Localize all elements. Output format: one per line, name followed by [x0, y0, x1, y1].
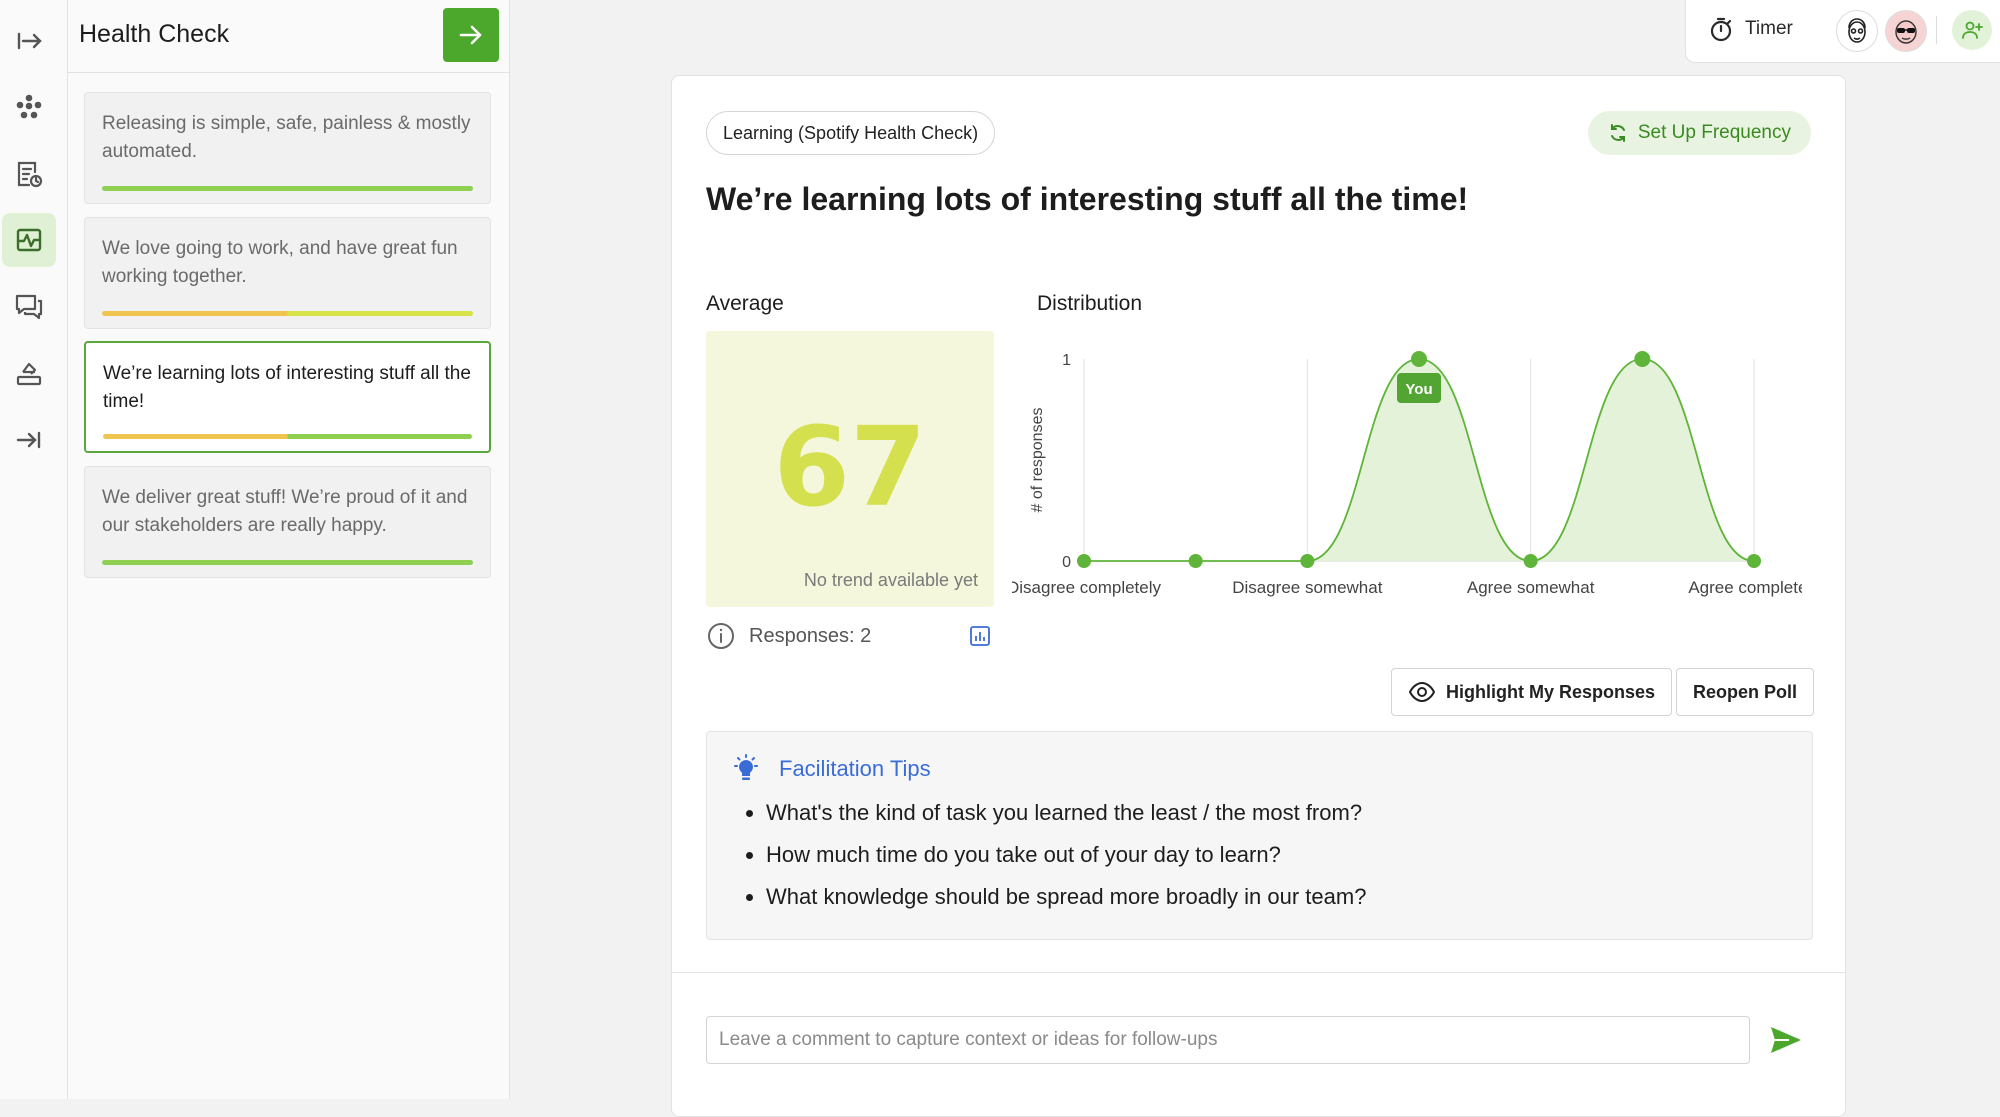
bar-chart-icon[interactable]	[969, 625, 991, 647]
distribution-label: Distribution	[1037, 292, 1143, 315]
expand-icon[interactable]	[2, 14, 56, 68]
panel-title: Health Check	[79, 20, 230, 48]
average-label: Average	[706, 292, 784, 315]
topic-text: We’re learning lots of interesting stuff…	[103, 363, 471, 412]
topic-card-active[interactable]: We’re learning lots of interesting stuff…	[84, 341, 491, 453]
tip-item: How much time do you take out of your da…	[766, 834, 1366, 876]
data-point	[1411, 351, 1427, 367]
tip-item: What's the kind of task you learned the …	[766, 792, 1366, 834]
topic-score-bar	[102, 560, 473, 565]
template-chip: Learning (Spotify Health Check)	[706, 111, 996, 155]
topic-card[interactable]: Releasing is simple, safe, painless & mo…	[84, 92, 491, 204]
send-icon[interactable]	[1767, 1021, 1805, 1059]
facilitation-tips: Facilitation Tips What's the kind of tas…	[706, 731, 1813, 940]
vote-icon[interactable]	[2, 346, 56, 400]
set-up-frequency-button[interactable]: Set Up Frequency	[1587, 111, 1811, 155]
facilitation-tips-header: Facilitation Tips	[731, 754, 931, 784]
lightbulb-icon	[734, 754, 758, 780]
add-user-icon	[1962, 21, 1983, 39]
data-point	[1188, 554, 1203, 568]
y-tick-label: 1	[1062, 352, 1071, 369]
health-check-icon[interactable]	[2, 213, 56, 267]
divider	[672, 972, 1845, 973]
retro-board-icon[interactable]	[2, 147, 56, 201]
data-point	[1747, 554, 1761, 568]
arrow-right-icon	[459, 25, 482, 45]
avatar[interactable]	[1836, 10, 1878, 52]
refresh-icon	[1610, 124, 1625, 142]
responses-text: Responses: 2	[749, 624, 872, 647]
data-point	[1300, 554, 1315, 568]
x-tick-label: Agree completely	[1688, 578, 1802, 597]
x-tick-label: Disagree somewhat	[1232, 578, 1383, 597]
distribution-chart: You 1 0 # of responses Disagree completely Di…	[1012, 351, 1802, 597]
health-check-card: Learning (Spotify Health Check) Set Up F…	[671, 75, 1846, 1117]
eye-icon	[1408, 681, 1436, 703]
timer-label: Timer	[1745, 18, 1793, 39]
topic-card[interactable]: We deliver great stuff! We’re proud of i…	[84, 466, 491, 578]
trend-text: No trend available yet	[803, 570, 978, 590]
tip-item: What knowledge should be spread more bro…	[766, 876, 1366, 918]
you-marker-label: You	[1405, 381, 1432, 398]
discussion-icon[interactable]	[2, 280, 56, 334]
top-toolbar: Timer	[1685, 0, 2000, 63]
next-topic-button[interactable]	[443, 8, 499, 62]
question-title: We’re learning lots of interesting stuff…	[706, 181, 1469, 217]
average-score: 67	[773, 403, 927, 531]
topic-card[interactable]: We love going to work, and have great fu…	[84, 217, 491, 329]
comment-field[interactable]	[706, 1016, 1750, 1064]
timer-button[interactable]: Timer	[1708, 16, 1793, 42]
tips-list: What's the kind of task you learned the …	[741, 792, 1366, 918]
avatar[interactable]	[1885, 10, 1927, 52]
comment-input[interactable]	[707, 1017, 1749, 1063]
toolbar-divider	[1936, 16, 1937, 44]
y-tick-label: 0	[1062, 554, 1071, 571]
x-tick-label: Agree somewhat	[1467, 578, 1595, 597]
topic-score-bar	[103, 434, 472, 439]
topic-score-bar	[102, 186, 473, 191]
reopen-poll-button[interactable]: Reopen Poll	[1676, 668, 1815, 716]
panel-header: Health Check	[68, 0, 509, 73]
topic-score-bar	[102, 311, 473, 316]
data-point	[1634, 351, 1651, 367]
x-tick-label: Disagree completely	[1012, 578, 1162, 597]
user-avatar-sunglasses-icon	[1895, 20, 1917, 44]
stopwatch-icon	[1710, 17, 1732, 42]
responses-count: Responses: 2	[706, 621, 871, 651]
user-avatar-icon	[1848, 18, 1866, 43]
data-point	[1077, 554, 1091, 568]
highlight-my-responses-label: Highlight My Responses	[1446, 681, 1656, 702]
health-check-panel: Health Check Releasing is simple, safe, …	[68, 0, 510, 1099]
average-score-box: 67 No trend available yet	[706, 331, 994, 607]
highlight-my-responses-button[interactable]: Highlight My Responses	[1391, 668, 1673, 716]
set-up-frequency-label: Set Up Frequency	[1637, 122, 1791, 143]
collapse-icon[interactable]	[2, 413, 56, 467]
add-user-button[interactable]	[1952, 10, 1992, 50]
ideas-icon[interactable]	[2, 80, 56, 134]
topic-text: We love going to work, and have great fu…	[102, 238, 458, 287]
topic-text: We deliver great stuff! We’re proud of i…	[102, 487, 468, 536]
nav-rail	[0, 0, 68, 1099]
reopen-poll-label: Reopen Poll	[1693, 681, 1798, 702]
info-icon	[708, 623, 734, 649]
facilitation-tips-title: Facilitation Tips	[779, 756, 931, 781]
y-axis-label: # of responses	[1029, 408, 1046, 513]
topic-text: Releasing is simple, safe, painless & mo…	[102, 113, 471, 162]
data-point	[1523, 554, 1538, 568]
